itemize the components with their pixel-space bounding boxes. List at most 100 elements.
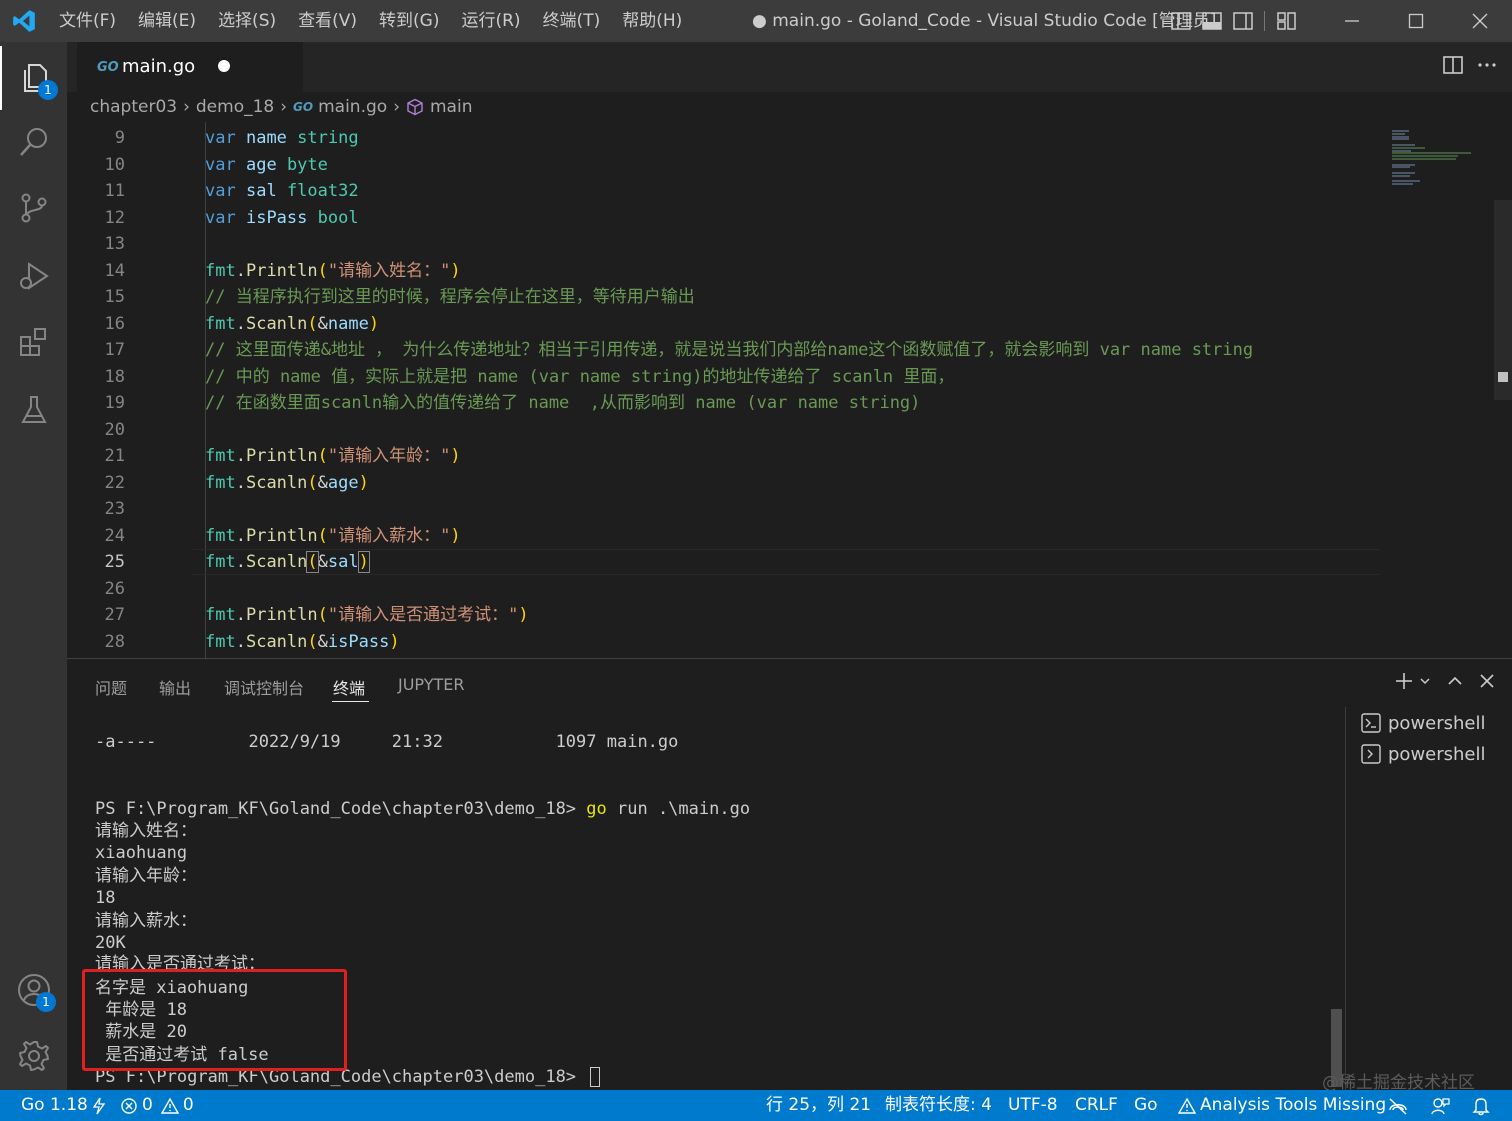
line-number[interactable]: 19 bbox=[67, 390, 125, 416]
code-line[interactable]: 28 fmt.Scanln(&isPass) bbox=[67, 629, 1380, 655]
menu-file[interactable]: 文件(F) bbox=[48, 0, 127, 42]
customize-layout-button[interactable] bbox=[1271, 0, 1302, 42]
code-line[interactable]: 9 var name string bbox=[67, 125, 1380, 151]
testing-button[interactable] bbox=[0, 378, 67, 442]
tab-debug-console[interactable]: 调试控制台 bbox=[224, 675, 304, 699]
line-number[interactable]: 25 bbox=[67, 549, 125, 575]
breadcrumb-file[interactable]: main.go bbox=[318, 97, 387, 117]
line-number[interactable]: 16 bbox=[67, 311, 125, 337]
line-number[interactable]: 12 bbox=[67, 205, 125, 231]
code-line[interactable]: 19 // 在函数里面scanln输入的值传递给了 name ,从而影响到 nam… bbox=[67, 390, 1380, 416]
line-number[interactable]: 14 bbox=[67, 258, 125, 284]
toggle-panel-button[interactable] bbox=[1196, 0, 1227, 42]
code-line[interactable]: 23 bbox=[67, 496, 1380, 522]
maximize-button[interactable] bbox=[1384, 0, 1448, 42]
cursor-position-status[interactable]: 行 25，列 21 bbox=[766, 1090, 871, 1121]
line-number[interactable]: 27 bbox=[67, 602, 125, 628]
terminal-instance-1[interactable]: powershell bbox=[1360, 709, 1486, 737]
breadcrumb-folder-chapter03[interactable]: chapter03 bbox=[90, 97, 177, 117]
tab-main-go[interactable]: GO main.go bbox=[77, 42, 303, 92]
go-file-icon: GO bbox=[293, 100, 314, 114]
code-line[interactable]: 16 fmt.Scanln(&name) bbox=[67, 311, 1380, 337]
split-editor-icon[interactable] bbox=[1442, 54, 1464, 76]
add-terminal-icon[interactable] bbox=[1394, 671, 1414, 691]
language-mode-status[interactable]: Go bbox=[1134, 1090, 1158, 1121]
line-number[interactable]: 9 bbox=[67, 125, 125, 151]
code-line[interactable]: 20 bbox=[67, 417, 1380, 443]
code-line[interactable]: 10 var age byte bbox=[67, 152, 1380, 178]
code-line[interactable]: 17 // 这里面传递&地址 ， 为什么传递地址？相当于引用传递，就是说当我们内部… bbox=[67, 337, 1380, 363]
tab-terminal[interactable]: 终端 bbox=[333, 675, 365, 699]
source-control-button[interactable] bbox=[0, 176, 67, 240]
manage-button[interactable] bbox=[0, 1024, 67, 1088]
run-debug-button[interactable] bbox=[0, 244, 67, 308]
line-number[interactable]: 21 bbox=[67, 443, 125, 469]
line-number[interactable]: 22 bbox=[67, 470, 125, 496]
line-number[interactable]: 15 bbox=[67, 284, 125, 310]
line-number[interactable]: 17 bbox=[67, 337, 125, 363]
toggle-secondary-sidebar-button[interactable] bbox=[1227, 0, 1258, 42]
line-number[interactable]: 23 bbox=[67, 496, 125, 522]
minimize-button[interactable] bbox=[1320, 0, 1384, 42]
menu-terminal[interactable]: 终端(T) bbox=[532, 0, 612, 42]
eol-status[interactable]: CRLF bbox=[1075, 1090, 1118, 1121]
toggle-primary-sidebar-button[interactable] bbox=[1165, 0, 1196, 42]
encoding-status[interactable]: UTF-8 bbox=[1008, 1090, 1058, 1121]
menu-edit[interactable]: 编辑(E) bbox=[127, 0, 207, 42]
tab-problems[interactable]: 问题 bbox=[95, 675, 127, 699]
editor-scrollbar[interactable] bbox=[1494, 122, 1512, 658]
code-text: var age byte bbox=[205, 152, 328, 178]
menu-help[interactable]: 帮助(H) bbox=[611, 0, 693, 42]
line-number[interactable]: 18 bbox=[67, 364, 125, 390]
code-editor[interactable]: 9 var name string 10 var age byte 11 var sal … bbox=[67, 122, 1380, 658]
minimap[interactable] bbox=[1380, 122, 1512, 658]
terminal-instance-2[interactable]: powershell bbox=[1360, 740, 1486, 768]
code-line[interactable]: 22 fmt.Scanln(&age) bbox=[67, 470, 1380, 496]
tab-jupyter[interactable]: JUPYTER bbox=[398, 675, 465, 694]
line-number[interactable]: 24 bbox=[67, 523, 125, 549]
code-line[interactable]: 25 fmt.Scanln(&sal) bbox=[67, 549, 1380, 575]
tab-output[interactable]: 输出 bbox=[159, 675, 191, 699]
go-version-status[interactable]: Go 1.18 bbox=[21, 1090, 106, 1121]
code-line[interactable]: 21 fmt.Println("请输入年龄：") bbox=[67, 443, 1380, 469]
terminal-line: 请输入姓名： bbox=[95, 821, 197, 841]
code-line[interactable]: 26 bbox=[67, 576, 1380, 602]
unsaved-dot-icon[interactable] bbox=[218, 60, 230, 72]
search-button[interactable] bbox=[0, 110, 67, 174]
code-line[interactable]: 18 // 中的 name 值，实际上就是把 name (var name str… bbox=[67, 364, 1380, 390]
line-number[interactable]: 26 bbox=[67, 576, 125, 602]
explorer-button[interactable]: 1 bbox=[0, 46, 67, 110]
code-line[interactable]: 27 fmt.Println("请输入是否通过考试：") bbox=[67, 602, 1380, 628]
menu-selection[interactable]: 选择(S) bbox=[207, 0, 287, 42]
code-line[interactable]: 11 var sal float32 bbox=[67, 178, 1380, 204]
menu-run[interactable]: 运行(R) bbox=[450, 0, 531, 42]
more-actions-icon[interactable] bbox=[1476, 54, 1498, 76]
line-number[interactable]: 20 bbox=[67, 417, 125, 443]
live-share-status[interactable] bbox=[1387, 1090, 1409, 1121]
chevron-down-icon[interactable] bbox=[1418, 674, 1432, 688]
breadcrumb-symbol[interactable]: main bbox=[430, 97, 472, 117]
menu-go[interactable]: 转到(G) bbox=[368, 0, 450, 42]
notifications-status[interactable] bbox=[1472, 1090, 1490, 1121]
close-window-button[interactable] bbox=[1448, 0, 1512, 42]
code-line[interactable]: 14 fmt.Println("请输入姓名：") bbox=[67, 258, 1380, 284]
breadcrumb-folder-demo18[interactable]: demo_18 bbox=[196, 97, 274, 117]
close-panel-icon[interactable] bbox=[1478, 672, 1496, 690]
accounts-button[interactable]: 1 bbox=[0, 958, 67, 1022]
line-number[interactable]: 11 bbox=[67, 178, 125, 204]
feedback-status[interactable] bbox=[1430, 1090, 1450, 1121]
menu-view[interactable]: 查看(V) bbox=[287, 0, 368, 42]
problems-status[interactable]: 0 0 bbox=[120, 1090, 194, 1121]
code-line[interactable]: 13 bbox=[67, 231, 1380, 257]
code-line[interactable]: 15 // 当程序执行到这里的时候，程序会停止在这里，等待用户输出 bbox=[67, 284, 1380, 310]
code-line[interactable]: 24 fmt.Println("请输入薪水：") bbox=[67, 523, 1380, 549]
extensions-button[interactable] bbox=[0, 310, 67, 374]
code-line[interactable]: 12 var isPass bool bbox=[67, 205, 1380, 231]
line-number[interactable]: 28 bbox=[67, 629, 125, 655]
maximize-panel-icon[interactable] bbox=[1446, 672, 1464, 690]
analysis-tools-status[interactable]: Analysis Tools Missing bbox=[1178, 1090, 1386, 1121]
scrollbar-thumb[interactable] bbox=[1494, 200, 1512, 400]
line-number[interactable]: 13 bbox=[67, 231, 125, 257]
indentation-status[interactable]: 制表符长度: 4 bbox=[885, 1090, 992, 1121]
line-number[interactable]: 10 bbox=[67, 152, 125, 178]
